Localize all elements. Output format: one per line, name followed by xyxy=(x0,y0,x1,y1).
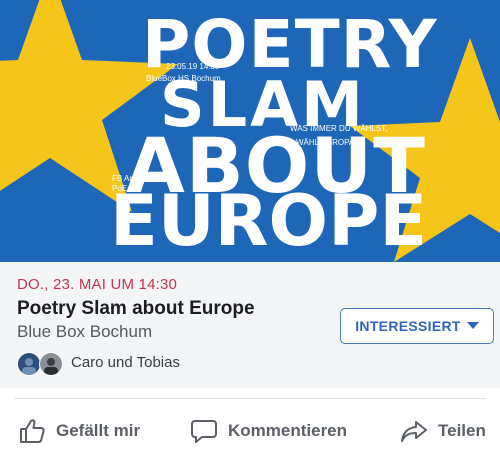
thumbs-up-icon xyxy=(20,419,45,443)
caret-down-icon xyxy=(466,322,479,329)
avatar xyxy=(17,352,41,376)
friends-avatars[interactable] xyxy=(17,352,65,376)
comment-icon xyxy=(191,420,217,443)
comment-button-label: Kommentieren xyxy=(228,421,348,440)
event-cover-image[interactable]: POETRY SLAM ABOUT EUROPE 23.05.19 14:30 … xyxy=(0,0,500,262)
poster-slogan-line-1: WAS IMMER DU WÄHLST, xyxy=(290,124,388,133)
poster-line-europe: EUROPE xyxy=(110,180,428,262)
avatar xyxy=(39,352,63,376)
share-button[interactable]: Teilen xyxy=(400,415,486,447)
interested-button-label: INTERESSIERT xyxy=(355,318,461,334)
poster-credit-line-2: PoE BO xyxy=(112,184,141,193)
interested-button[interactable]: INTERESSIERT xyxy=(340,308,494,344)
poster-venue: BlueBox HS Bochum xyxy=(146,74,221,83)
event-title[interactable]: Poetry Slam about Europe xyxy=(17,298,255,320)
event-location[interactable]: Blue Box Bochum xyxy=(17,322,152,342)
event-date: DO., 23. MAI UM 14:30 xyxy=(17,276,178,293)
friends-interested-text[interactable]: Caro und Tobias xyxy=(71,354,180,371)
comment-button[interactable]: Kommentieren xyxy=(190,415,347,447)
actions-divider xyxy=(14,398,486,399)
share-icon xyxy=(401,421,427,442)
like-button[interactable]: Gefällt mir xyxy=(18,415,140,447)
poster-slogan-line-2: WÄHL EUROPA. xyxy=(296,138,357,147)
poster-date-time: 23.05.19 14:30 xyxy=(166,62,220,71)
share-button-label: Teilen xyxy=(438,421,486,440)
like-button-label: Gefällt mir xyxy=(56,421,141,440)
poster-credit-line-1: FB Architektur mit xyxy=(112,174,176,183)
